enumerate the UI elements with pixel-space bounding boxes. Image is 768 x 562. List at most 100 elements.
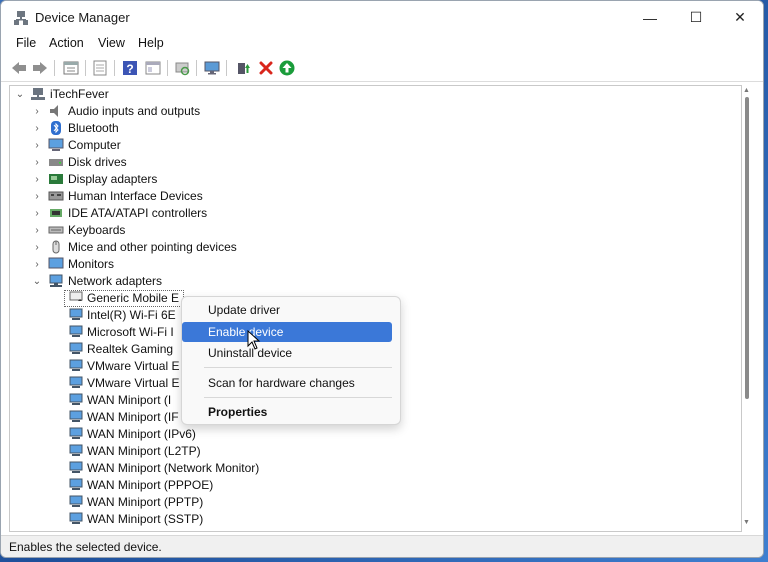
menu-item-uninstall-device[interactable]: Uninstall device [182,343,400,363]
tree-category-label: Network adapters [68,274,163,288]
chevron-right-icon[interactable]: › [32,154,42,171]
chevron-right-icon[interactable]: › [32,120,42,137]
menu-item-label: Scan for hardware changes [208,376,355,390]
tree-device-label: WAN Miniport (PPPOE) [87,478,214,492]
chevron-right-icon[interactable]: › [32,222,42,239]
tree-category[interactable]: › Display adapters [10,171,730,188]
menu-item-enable-device[interactable]: Enable device [182,322,392,342]
network-adapter-icon [69,495,83,507]
chevron-down-icon[interactable]: ⌄ [32,273,42,290]
chevron-right-icon[interactable]: › [32,171,42,188]
menu-item-label: Enable device [208,325,284,339]
tree-device-label: Intel(R) Wi-Fi 6E [87,308,176,322]
monitor-icon[interactable] [203,59,221,77]
tree-category-label: Display adapters [68,172,158,186]
scroll-up-icon[interactable]: ▲ [743,87,750,94]
tree-device-row[interactable]: WAN Miniport (IPv6) [10,426,730,443]
disk-icon [49,159,63,166]
uninstall-icon[interactable] [257,59,275,77]
tree-category-label: Monitors [68,257,115,271]
tree-category[interactable]: › Audio inputs and outputs [10,103,730,120]
chevron-down-icon[interactable]: ⌄ [15,86,25,103]
minimize-button[interactable]: — [627,1,673,34]
tree-category-label: Keyboards [68,223,126,237]
update-driver-icon[interactable] [234,59,252,77]
back-icon[interactable] [10,59,28,77]
tree-device-row[interactable]: WAN Miniport (SSTP) [10,511,730,528]
network-adapter-icon [69,376,83,388]
speaker-icon [50,105,58,117]
scrollbar-thumb[interactable] [745,97,749,399]
tree-category[interactable]: › Bluetooth [10,120,730,137]
bluetooth-icon [51,121,61,135]
tree-category[interactable]: › IDE ATA/ATAPI controllers [10,205,730,222]
properties-icon[interactable] [62,59,80,77]
chevron-right-icon[interactable]: › [32,256,42,273]
menu-separator [204,397,392,398]
device-manager-window: Device Manager — ☐ ✕ File Action View He… [0,0,764,558]
tree-device-label: WAN Miniport (L2TP) [87,444,201,458]
menu-item-update-driver[interactable]: Update driver [182,300,400,320]
menu-file[interactable]: File [16,36,36,50]
tree-category-expanded[interactable]: ⌄ Network adapters [10,273,730,290]
ide-icon [50,209,62,217]
tree-category[interactable]: › Keyboards [10,222,730,239]
network-adapter-icon [69,512,83,524]
menu-item-label: Properties [208,405,268,419]
tree-device-label: WAN Miniport (I [87,393,172,407]
chevron-right-icon[interactable]: › [32,137,42,154]
chevron-right-icon[interactable]: › [32,103,42,120]
menu-bar: File Action View Help [1,34,763,54]
menu-help[interactable]: Help [138,36,164,50]
tree-category-label: Bluetooth [68,121,119,135]
tree-root[interactable]: ⌄ iTechFever [10,86,730,103]
tree-device-row[interactable]: WAN Miniport (PPTP) [10,494,730,511]
scroll-down-icon[interactable]: ▼ [743,519,750,526]
hid-icon [48,191,64,201]
tree-device-row[interactable]: WAN Miniport (PPPOE) [10,477,730,494]
scan-icon[interactable] [173,59,191,77]
toolbar-separator [85,60,86,76]
menu-action[interactable]: Action [49,36,84,50]
forward-icon[interactable] [31,59,49,77]
chevron-right-icon[interactable]: › [32,188,42,205]
tree-device-row[interactable]: WAN Miniport (L2TP) [10,443,730,460]
toolbar-separator [114,60,115,76]
tree-device-label: WAN Miniport (SSTP) [87,512,204,526]
menu-item-properties[interactable]: Properties [182,402,400,422]
tree-category[interactable]: › Human Interface Devices [10,188,730,205]
tree-device-label: Realtek Gaming [87,342,174,356]
tree-category[interactable]: › Mice and other pointing devices [10,239,730,256]
close-button[interactable]: ✕ [717,1,763,34]
tree-category-label: Computer [68,138,121,152]
menu-item-scan-hardware[interactable]: Scan for hardware changes [182,373,400,393]
tree-device-label: WAN Miniport (PPTP) [87,495,204,509]
tree-device-label: Microsoft Wi-Fi I [87,325,174,339]
network-adapter-icon [69,427,83,439]
help-icon[interactable]: ? [121,59,139,77]
network-adapter-icon [69,461,83,473]
menu-separator [204,367,392,368]
network-adapter-icon [69,478,83,490]
mouse-icon [52,240,60,254]
chevron-right-icon[interactable]: › [32,205,42,222]
chevron-right-icon[interactable]: › [32,239,42,256]
keyboard-icon [48,226,64,234]
tree-category[interactable]: › Computer [10,137,730,154]
console-icon[interactable] [144,59,162,77]
network-adapter-icon [69,393,83,405]
menu-view[interactable]: View [98,36,125,50]
window-title: Device Manager [35,10,130,25]
toolbar-separator [196,60,197,76]
tree-device-row[interactable]: WAN Miniport (Network Monitor) [10,460,730,477]
tree-category[interactable]: › Monitors [10,256,730,273]
tree-device-label: VMware Virtual E [87,376,180,390]
device-manager-icon [14,11,28,25]
tree-category-label: IDE ATA/ATAPI controllers [68,206,208,220]
toolbar: ? [1,55,763,82]
show-hide-icon[interactable] [91,59,109,77]
status-text: Enables the selected device. [9,540,162,554]
enable-icon[interactable] [278,59,296,77]
maximize-button[interactable]: ☐ [673,1,719,34]
tree-category[interactable]: › Disk drives [10,154,730,171]
